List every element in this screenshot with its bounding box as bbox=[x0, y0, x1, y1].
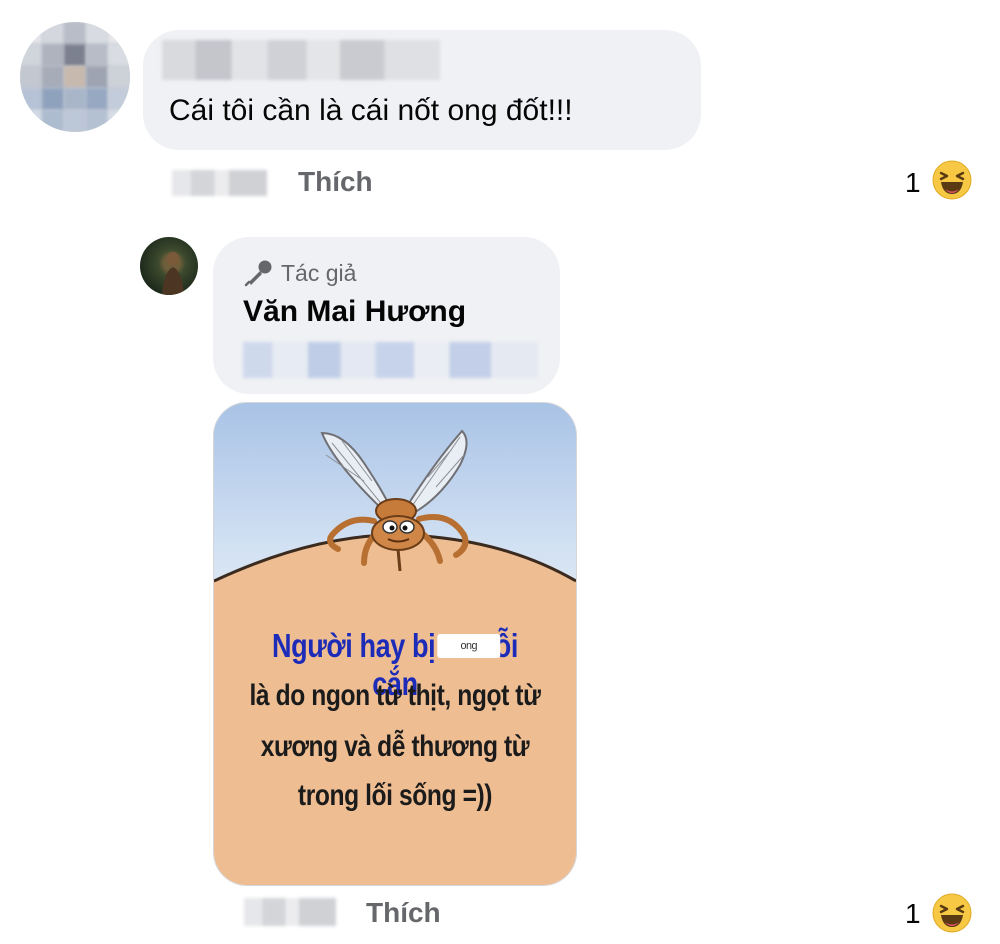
reply-reaction-count[interactable]: 1 bbox=[905, 898, 921, 930]
author-badge: Tác giả bbox=[243, 259, 356, 287]
commenter-avatar-blurred[interactable] bbox=[20, 22, 130, 132]
author-name[interactable]: Văn Mai Hương bbox=[243, 295, 466, 329]
author-photo bbox=[162, 252, 184, 295]
author-badge-label: Tác giả bbox=[281, 259, 357, 286]
comment-text: Cái tôi cần là cái nốt ong đốt!!! bbox=[169, 94, 573, 127]
meme-censor-sticker: ong bbox=[437, 634, 501, 659]
meme-body-line-1: là do ngon từ thịt, ngọt từ bbox=[249, 679, 541, 712]
meme-body-line-3: trong lối sống =)) bbox=[297, 779, 493, 812]
meme-headline-start: Người hay bị bbox=[271, 627, 436, 664]
commenter-name-blurred[interactable] bbox=[162, 40, 440, 80]
meme-body-line-2: xương và dễ thương từ bbox=[260, 730, 530, 763]
reply-text-blurred bbox=[243, 342, 538, 378]
reply-like-button[interactable]: Thích bbox=[366, 897, 441, 929]
meme-image[interactable]: Người hay bị ong ỗi cắn là do ngon từ thị… bbox=[213, 402, 577, 886]
microphone-icon bbox=[244, 260, 272, 287]
reply-timestamp-blurred[interactable] bbox=[244, 898, 336, 926]
author-avatar[interactable] bbox=[140, 237, 198, 295]
comment-timestamp-blurred[interactable] bbox=[172, 170, 267, 196]
haha-emoji-icon[interactable] bbox=[932, 160, 972, 200]
haha-emoji-icon[interactable] bbox=[932, 893, 972, 933]
like-button[interactable]: Thích bbox=[298, 166, 373, 198]
reaction-count[interactable]: 1 bbox=[905, 167, 921, 199]
